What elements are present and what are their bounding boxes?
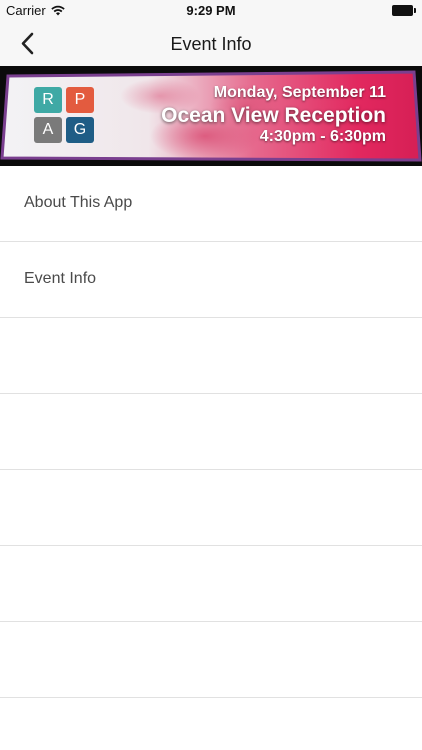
list-item: [0, 470, 422, 546]
list-item: [0, 546, 422, 622]
list-item: [0, 318, 422, 394]
list-item-label: About This App: [24, 194, 133, 211]
status-bar: Carrier 9:29 PM: [0, 0, 422, 22]
navigation-bar: Event Info: [0, 22, 422, 66]
banner-time: 4:30pm - 6:30pm: [259, 128, 386, 145]
list-item: [0, 622, 422, 698]
logo-tile-a: A: [34, 117, 62, 143]
menu-list: About This App Event Info: [0, 166, 422, 698]
battery-icon: [392, 5, 416, 16]
logo-tile-r: R: [34, 87, 62, 113]
logo-tile-g: G: [66, 117, 94, 143]
banner-date: Monday, September 11: [213, 84, 386, 101]
list-item: [0, 394, 422, 470]
list-item-event-info[interactable]: Event Info: [0, 242, 422, 318]
status-time: 9:29 PM: [186, 3, 236, 18]
page-title: Event Info: [170, 34, 252, 54]
list-item-about[interactable]: About This App: [0, 166, 422, 242]
list-item-label: Event Info: [24, 270, 97, 287]
logo-tile-p: P: [66, 87, 94, 113]
banner-title: Ocean View Reception: [161, 104, 386, 127]
event-banner: R P A G Monday, September 11 Ocean View …: [0, 66, 422, 166]
